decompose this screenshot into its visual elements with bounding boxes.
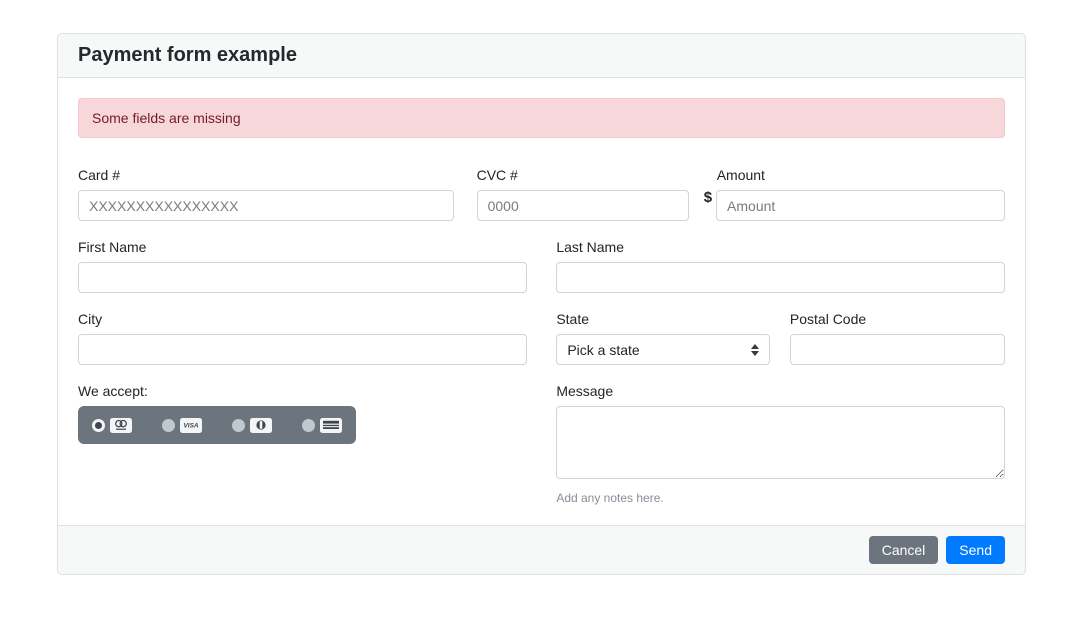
last-name-label: Last Name xyxy=(556,239,1005,255)
svg-text:VISA: VISA xyxy=(184,423,199,430)
postal-code-label: Postal Code xyxy=(790,311,1005,327)
city-input[interactable] xyxy=(78,334,527,365)
city-group: City xyxy=(78,311,527,365)
first-name-input[interactable] xyxy=(78,262,527,293)
card-number-group: Card # xyxy=(78,167,454,221)
last-name-input[interactable] xyxy=(556,262,1005,293)
message-group: Message Add any notes here. xyxy=(556,383,1005,505)
accept-option-diners[interactable] xyxy=(232,418,272,433)
state-label: State xyxy=(556,311,770,327)
accept-radio[interactable] xyxy=(162,419,175,432)
row-card-cvc-amount: Card # CVC # Amount $ xyxy=(78,167,1005,221)
amount-group: Amount $ xyxy=(704,167,1005,221)
postal-code-input[interactable] xyxy=(790,334,1005,365)
accept-radio[interactable] xyxy=(232,419,245,432)
visa-icon: VISA xyxy=(180,418,202,433)
select-arrows-icon xyxy=(751,344,759,356)
cancel-button[interactable]: Cancel xyxy=(869,536,939,564)
accept-option-visa[interactable]: VISA xyxy=(162,418,202,433)
message-textarea[interactable] xyxy=(556,406,1005,479)
amount-label: Amount xyxy=(717,167,1005,183)
row-city-state-postal: City State Pick a state Postal Code xyxy=(78,311,1005,365)
page-title: Payment form example xyxy=(78,44,1005,67)
row-accept-message: We accept: xyxy=(78,383,1005,505)
error-alert-text: Some fields are missing xyxy=(92,110,241,126)
card-header: Payment form example xyxy=(58,34,1025,78)
amex-icon xyxy=(320,418,342,433)
accepted-cards-box: VISA xyxy=(78,406,356,444)
card-footer: Cancel Send xyxy=(58,525,1025,574)
accept-radio[interactable] xyxy=(92,419,105,432)
city-label: City xyxy=(78,311,527,327)
we-accept-label: We accept: xyxy=(78,383,527,399)
first-name-group: First Name xyxy=(78,239,527,293)
accept-option-amex[interactable] xyxy=(302,418,342,433)
accept-radio[interactable] xyxy=(302,419,315,432)
dollar-prefix: $ xyxy=(704,191,712,205)
mastercard-icon xyxy=(110,418,132,433)
message-label: Message xyxy=(556,383,1005,399)
message-help-text: Add any notes here. xyxy=(556,491,1005,505)
send-button[interactable]: Send xyxy=(946,536,1005,564)
amount-input-group: $ xyxy=(704,190,1005,221)
diners-icon xyxy=(250,418,272,433)
payment-form-card: Payment form example Some fields are mis… xyxy=(57,33,1026,575)
first-name-label: First Name xyxy=(78,239,527,255)
error-alert: Some fields are missing xyxy=(78,98,1005,138)
card-body: Some fields are missing Card # CVC # Amo… xyxy=(58,78,1025,525)
card-number-label: Card # xyxy=(78,167,454,183)
row-names: First Name Last Name xyxy=(78,239,1005,293)
accept-option-mastercard[interactable] xyxy=(92,418,132,433)
amount-input[interactable] xyxy=(716,190,1005,221)
cvc-group: CVC # xyxy=(477,167,689,221)
postal-code-group: Postal Code xyxy=(790,311,1005,365)
state-group: State Pick a state xyxy=(556,311,770,365)
state-select[interactable]: Pick a state xyxy=(556,334,770,365)
cvc-label: CVC # xyxy=(477,167,689,183)
last-name-group: Last Name xyxy=(556,239,1005,293)
cvc-input[interactable] xyxy=(477,190,689,221)
state-select-value: Pick a state xyxy=(567,342,639,358)
card-number-input[interactable] xyxy=(78,190,454,221)
accept-group: We accept: xyxy=(78,383,527,505)
